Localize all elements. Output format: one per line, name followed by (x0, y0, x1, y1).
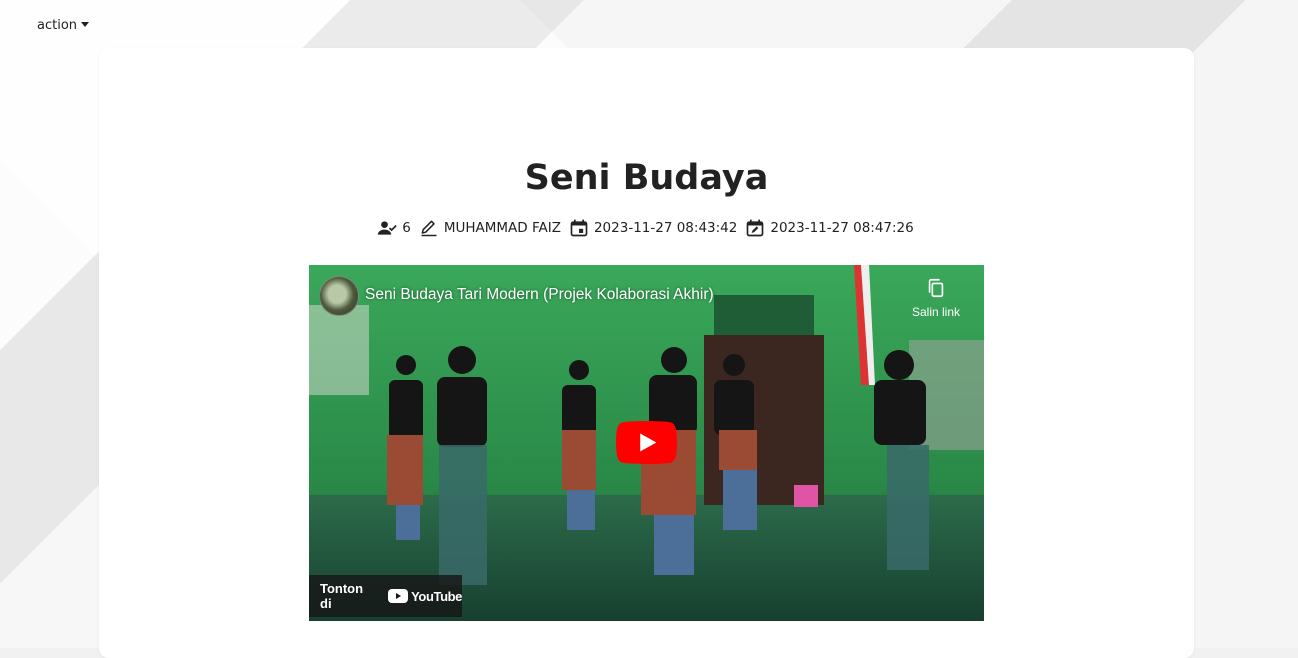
caret-down-icon (81, 22, 90, 27)
play-button[interactable] (616, 421, 677, 464)
action-dropdown[interactable]: action (37, 18, 90, 33)
calendar-edit-icon (747, 219, 764, 237)
created-date: 2023-11-27 08:43:42 (569, 218, 737, 238)
action-dropdown-label: action (37, 18, 78, 33)
calendar-icon (570, 219, 588, 237)
page-title: Seni Budaya (524, 158, 769, 198)
updated-value: 2023-11-27 08:47:26 (770, 220, 914, 236)
youtube-logo: YouTube (388, 589, 462, 604)
views-count: 6 (377, 218, 411, 238)
video-embed[interactable]: Seni Budaya Tari Modern (Projek Kolabora… (309, 265, 984, 621)
views-value: 6 (402, 220, 411, 236)
watch-on-label: Tonton di (320, 581, 364, 611)
youtube-label: YouTube (411, 588, 462, 604)
copy-icon (928, 278, 944, 298)
person-check-icon (378, 221, 398, 235)
pencil-icon (421, 220, 437, 237)
copy-link-button[interactable]: Salin link (906, 277, 966, 319)
video-title[interactable]: Seni Budaya Tari Modern (Projek Kolabora… (365, 286, 714, 304)
top-bar: action (37, 14, 90, 33)
updated-date: 2023-11-27 08:47:26 (745, 218, 914, 238)
author: MUHAMMAD FAIZ (419, 218, 561, 238)
created-value: 2023-11-27 08:43:42 (593, 220, 738, 236)
play-icon (616, 421, 677, 464)
watch-on-youtube-button[interactable]: Tonton di YouTube (309, 575, 462, 617)
channel-avatar[interactable] (319, 276, 359, 316)
youtube-icon (388, 589, 409, 603)
author-name: MUHAMMAD FAIZ (443, 220, 561, 236)
post-meta: 6 MUHAMMAD FAIZ 2023-11-27 08:43:42 2023… (99, 218, 1194, 238)
copy-link-label: Salin link (911, 305, 961, 319)
